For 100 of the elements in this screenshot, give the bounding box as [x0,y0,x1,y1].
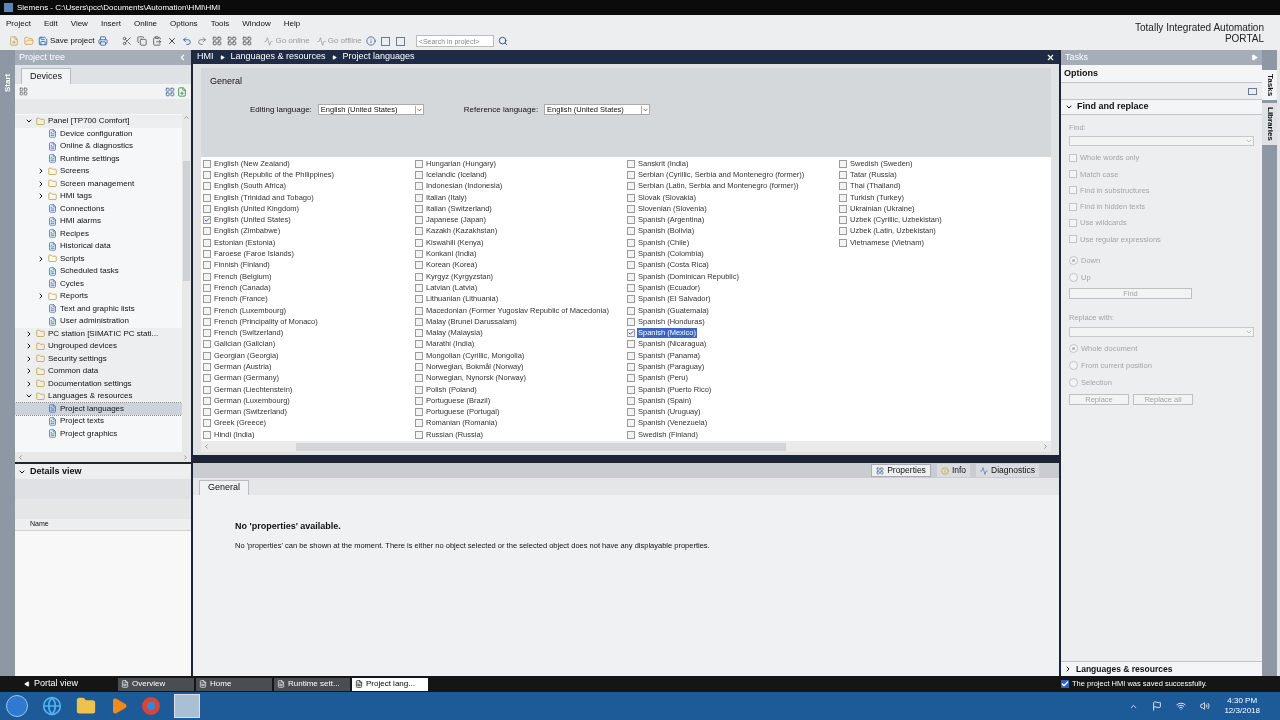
tree-item[interactable]: HMI alarms [15,215,182,228]
checkbox[interactable] [839,170,847,179]
checkbox[interactable] [1069,153,1077,162]
checkbox[interactable] [627,295,635,304]
checkbox[interactable] [839,216,847,225]
editor-window-tab[interactable]: Project lang... [352,677,428,691]
side-tab[interactable]: Tasks [1262,70,1277,101]
browser-icon[interactable] [42,696,62,716]
section-header[interactable]: Languages & resources [1061,661,1262,676]
general-tab[interactable]: General [199,480,250,495]
checkbox[interactable] [415,182,423,191]
tree-item[interactable]: Text and graphic lists [15,302,182,315]
caret-icon[interactable] [1064,665,1072,673]
checkbox[interactable] [415,193,423,202]
overview-icon[interactable] [19,87,28,96]
print-icon[interactable] [97,35,110,47]
checkbox[interactable] [627,408,635,417]
checkbox[interactable] [627,306,635,315]
checkbox[interactable] [627,363,635,371]
dropdown-arrow-icon[interactable] [414,105,423,114]
caret-icon[interactable] [37,192,45,201]
checkbox[interactable] [627,227,635,236]
checkbox[interactable] [203,385,211,394]
tree-item[interactable]: Screens [15,165,182,178]
checkbox[interactable] [839,182,847,191]
checkbox[interactable] [1069,170,1077,179]
checkbox[interactable] [415,306,423,315]
tree-item[interactable]: Cycles [15,277,182,290]
checkbox[interactable] [627,238,635,247]
caret-icon[interactable] [25,379,33,388]
menu-item[interactable]: Tools [210,17,230,30]
checkbox[interactable] [415,295,423,304]
checkbox[interactable] [627,340,635,349]
checkbox[interactable] [415,329,423,338]
checkbox[interactable] [1069,202,1077,211]
network-icon[interactable] [1176,701,1187,711]
checkbox[interactable] [627,374,635,383]
open-project-icon[interactable] [23,35,35,47]
checkbox[interactable] [203,272,211,281]
tree-item[interactable]: Historical data [15,240,182,253]
radio-button[interactable] [1069,255,1078,265]
split-vertical-icon[interactable] [394,35,407,47]
checkbox[interactable] [627,182,635,191]
menu-item[interactable]: Edit [43,17,58,30]
checkbox[interactable] [203,295,211,304]
flag-icon[interactable] [1152,701,1163,711]
checkbox[interactable] [1069,235,1077,244]
tree-item[interactable]: Online & diagnostics [15,140,182,153]
scroll-right-icon[interactable] [1042,443,1049,450]
caret-icon[interactable] [37,167,45,176]
checkbox[interactable] [203,340,211,349]
checkbox[interactable] [203,227,211,236]
close-icon[interactable] [1046,52,1055,62]
editor-window-tab[interactable]: Home [196,677,272,691]
checkbox[interactable] [415,351,423,360]
redo-icon[interactable] [196,35,209,47]
editor-window-tab[interactable]: Runtime sett... [274,677,350,691]
dropdown-arrow-icon[interactable] [641,105,650,114]
checkbox[interactable] [203,363,211,371]
tree-item[interactable]: Connections [15,202,182,215]
tree-item[interactable]: Scheduled tasks [15,265,182,278]
tree-item[interactable]: Panel [TP700 Comfort] [15,115,182,128]
checkbox[interactable] [627,396,635,405]
app-icon[interactable] [174,694,200,718]
scroll-right-icon[interactable] [182,453,189,461]
checkbox[interactable] [627,261,635,270]
checkbox[interactable] [415,340,423,349]
checkbox[interactable] [415,261,423,270]
checkbox[interactable] [415,250,423,258]
menu-item[interactable]: View [70,17,88,30]
checkbox[interactable] [203,430,211,439]
caret-icon[interactable] [37,292,45,301]
replace-field[interactable] [1069,326,1254,337]
tree-item[interactable]: Common data [15,365,182,378]
folder-icon[interactable] [76,696,96,716]
checkbox[interactable] [1069,218,1077,227]
start-orb-icon[interactable] [6,695,28,717]
checkbox[interactable] [627,385,635,394]
radio-button[interactable] [1069,343,1078,353]
checkbox[interactable] [203,216,211,225]
caret-icon[interactable] [1065,103,1073,111]
search-icon[interactable] [496,35,509,47]
checkbox[interactable] [203,374,211,383]
checkbox[interactable] [839,238,847,247]
checkbox[interactable] [627,272,635,281]
side-tab[interactable]: Libraries [1262,103,1277,145]
scrollbar[interactable] [201,441,1051,452]
checkbox[interactable] [839,159,847,168]
checkbox[interactable] [1069,186,1077,195]
tree-item[interactable]: PC station [SIMATIC PC stati... [15,327,182,340]
tree-item[interactable]: Ungrouped devices [15,340,182,353]
editor-window-tab[interactable]: Overview [118,677,194,691]
section-header[interactable]: Find and replace [1061,100,1262,115]
caret-icon[interactable] [25,342,33,351]
checkbox[interactable] [415,363,423,371]
scrollbar[interactable] [15,452,191,462]
checkbox[interactable] [203,408,211,417]
caret-icon[interactable] [37,254,45,263]
menu-item[interactable]: Help [283,17,301,30]
checkbox[interactable] [627,430,635,439]
